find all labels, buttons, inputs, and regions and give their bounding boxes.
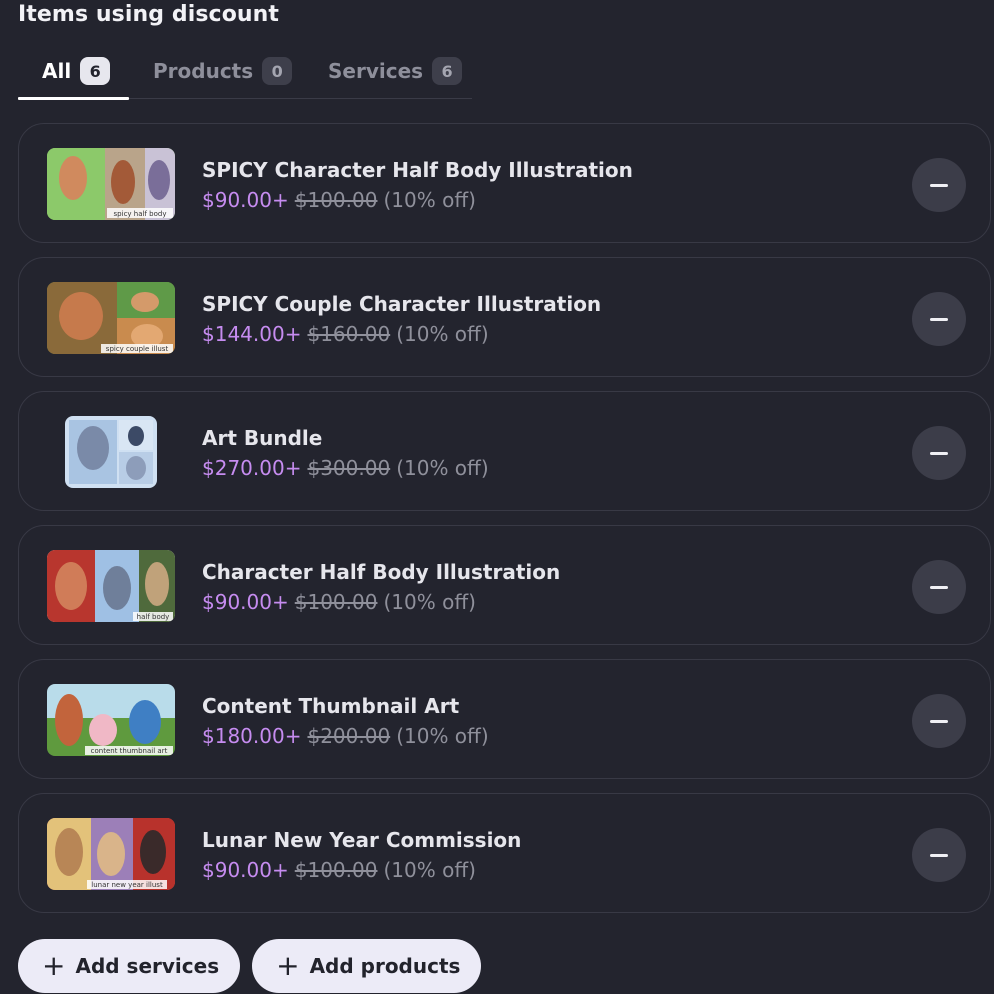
original-price: $100.00	[294, 590, 378, 614]
thumb-caption: spicy half body	[114, 210, 167, 218]
list-item: spicy half body SPICY Character Half Bod…	[18, 123, 991, 243]
section-title: Items using discount	[18, 2, 280, 27]
tab-products-count: 0	[262, 57, 293, 85]
minus-icon	[930, 317, 948, 321]
item-price-line: $144.00+ $160.00 (10% off)	[202, 322, 489, 346]
original-price: $300.00	[307, 456, 391, 480]
plus-icon: +	[42, 949, 66, 982]
item-price-line: $90.00+ $100.00 (10% off)	[202, 188, 476, 212]
add-services-button[interactable]: + Add services	[18, 939, 241, 993]
original-price: $200.00	[307, 724, 391, 748]
item-name: Art Bundle	[202, 426, 323, 450]
minus-icon	[930, 719, 948, 723]
item-name: Character Half Body Illustration	[202, 560, 561, 584]
remove-item-button[interactable]	[912, 560, 966, 614]
discounted-price: $90.00+	[202, 858, 289, 882]
item-thumbnail: lunar new year illust	[47, 818, 175, 890]
discount-percent: (10% off)	[396, 322, 489, 346]
list-item: lunar new year illust Lunar New Year Com…	[18, 793, 991, 913]
thumb-caption: spicy couple illust	[106, 345, 169, 353]
active-tab-indicator	[18, 97, 129, 100]
filter-tabs: All 6 Products 0 Services 6	[18, 44, 472, 100]
item-name: SPICY Character Half Body Illustration	[202, 158, 633, 182]
minus-icon	[930, 451, 948, 455]
original-price: $100.00	[294, 858, 378, 882]
remove-item-button[interactable]	[912, 426, 966, 480]
tab-all-label: All	[42, 59, 72, 83]
list-item: content thumbnail art Content Thumbnail …	[18, 659, 991, 779]
tab-products[interactable]: Products 0	[153, 44, 293, 98]
discounted-price: $144.00+	[202, 322, 302, 346]
item-list: spicy half body SPICY Character Half Bod…	[18, 123, 991, 927]
tab-services-label: Services	[328, 59, 424, 83]
list-item: half body Character Half Body Illustrati…	[18, 525, 991, 645]
thumb-caption: content thumbnail art	[91, 747, 168, 755]
plus-icon: +	[276, 949, 300, 982]
discount-percent: (10% off)	[383, 590, 476, 614]
remove-item-button[interactable]	[912, 158, 966, 212]
discounted-price: $180.00+	[202, 724, 302, 748]
item-thumbnail: spicy couple illust	[47, 282, 175, 354]
tab-services[interactable]: Services 6	[328, 44, 463, 98]
item-name: SPICY Couple Character Illustration	[202, 292, 602, 316]
discount-percent: (10% off)	[396, 724, 489, 748]
item-price-line: $90.00+ $100.00 (10% off)	[202, 858, 476, 882]
minus-icon	[930, 585, 948, 589]
list-item: Art Bundle $270.00+ $300.00 (10% off)	[18, 391, 991, 511]
discounted-price: $90.00+	[202, 188, 289, 212]
tab-products-label: Products	[153, 59, 254, 83]
tab-all-count: 6	[80, 57, 111, 85]
remove-item-button[interactable]	[912, 694, 966, 748]
minus-icon	[930, 853, 948, 857]
list-item: spicy couple illust SPICY Couple Charact…	[18, 257, 991, 377]
item-thumbnail: content thumbnail art	[47, 684, 175, 756]
add-products-button[interactable]: + Add products	[252, 939, 482, 993]
item-price-line: $90.00+ $100.00 (10% off)	[202, 590, 476, 614]
tab-all[interactable]: All 6	[42, 44, 111, 98]
action-bar: + Add services + Add products	[18, 939, 482, 993]
item-thumbnail: half body	[47, 550, 175, 622]
item-name: Content Thumbnail Art	[202, 694, 460, 718]
minus-icon	[930, 183, 948, 187]
thumb-caption: lunar new year illust	[91, 881, 163, 889]
discounted-price: $270.00+	[202, 456, 302, 480]
discount-percent: (10% off)	[383, 858, 476, 882]
discount-percent: (10% off)	[383, 188, 476, 212]
remove-item-button[interactable]	[912, 292, 966, 346]
remove-item-button[interactable]	[912, 828, 966, 882]
tab-services-count: 6	[432, 57, 463, 85]
discounted-price: $90.00+	[202, 590, 289, 614]
original-price: $160.00	[307, 322, 391, 346]
item-price-line: $270.00+ $300.00 (10% off)	[202, 456, 489, 480]
item-thumbnail	[65, 416, 157, 488]
item-price-line: $180.00+ $200.00 (10% off)	[202, 724, 489, 748]
discount-percent: (10% off)	[396, 456, 489, 480]
item-name: Lunar New Year Commission	[202, 828, 522, 852]
item-thumbnail: spicy half body	[47, 148, 175, 220]
add-services-label: Add services	[75, 954, 220, 978]
original-price: $100.00	[294, 188, 378, 212]
add-products-label: Add products	[309, 954, 461, 978]
thumb-caption: half body	[137, 613, 170, 621]
